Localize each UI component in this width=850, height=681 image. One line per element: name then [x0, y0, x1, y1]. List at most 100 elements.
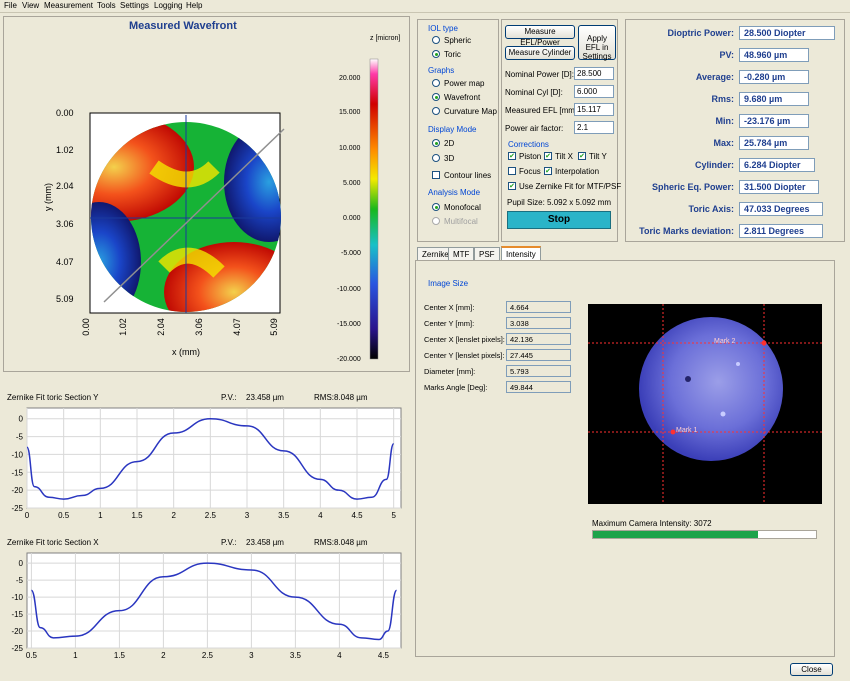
zernike-fit-checkbox[interactable]: ✔	[508, 182, 516, 190]
power-air-input[interactable]: 2.1	[574, 121, 614, 134]
colorbar-tick: 5.000	[343, 180, 361, 187]
spheric-radio[interactable]	[432, 36, 440, 44]
info-label: Center X [lenslet pixels]:	[424, 335, 505, 344]
stat-value: 28.500 Diopter	[739, 26, 835, 40]
colorbar-tick: 15.000	[339, 109, 361, 116]
x-tick: 5.09	[268, 318, 279, 336]
measured-efl-input[interactable]: 15.117	[574, 103, 614, 116]
section-y-chart-panel: Zernike Fit toric Section Y P.V.: 23.458…	[3, 390, 410, 530]
wavefront-radio[interactable]	[432, 93, 440, 101]
interpolation-checkbox[interactable]: ✔	[544, 167, 552, 175]
x-tick: 3.06	[193, 318, 204, 336]
y-tick-label: 0	[19, 559, 24, 568]
x-tick-label: 0	[25, 511, 30, 520]
multifocal-label: Multifocal	[444, 217, 478, 226]
mode-2d-label: 2D	[444, 139, 455, 148]
mode-2d-radio[interactable]	[432, 139, 440, 147]
monofocal-radio[interactable]	[432, 203, 440, 211]
apply-efl-button[interactable]: Apply EFL in Settings	[578, 25, 616, 61]
toric-radio[interactable]	[432, 50, 440, 58]
section-y-chart: 0-5-10-15-20-250 0.5 1 1.5 2 2.5 3 3.5 4 4.5 5	[11, 407, 402, 520]
stat-value: 25.784 µm	[739, 136, 809, 150]
close-button[interactable]: Close	[790, 663, 833, 676]
menu-file[interactable]: File	[4, 1, 17, 10]
x-tick-label: 0.5	[26, 651, 38, 660]
tab-psf[interactable]: PSF	[474, 247, 500, 260]
intensity-image	[588, 304, 822, 504]
iol-settings-panel: IOL type Spheric Toric Graphs Power map …	[417, 19, 499, 242]
tab-mtf[interactable]: MTF	[448, 247, 475, 260]
stat-label: Cylinder:	[694, 160, 734, 170]
y-tick: 1.02	[56, 145, 74, 155]
menu-bar: File View Measurement Tools Settings Log…	[0, 0, 850, 13]
tilt-x-checkbox[interactable]: ✔	[544, 152, 552, 160]
menu-view[interactable]: View	[22, 1, 39, 10]
section-y-title: Zernike Fit toric Section Y	[7, 393, 99, 402]
image-size-group: Image Size	[428, 279, 469, 288]
multifocal-radio[interactable]	[432, 217, 440, 225]
mode-3d-label: 3D	[444, 154, 455, 163]
stat-value: 47.033 Degrees	[739, 202, 823, 216]
stop-button[interactable]: Stop	[507, 211, 611, 229]
menu-help[interactable]: Help	[186, 1, 202, 10]
y-tick-label: -15	[11, 610, 23, 619]
menu-logging[interactable]: Logging	[154, 1, 182, 10]
piston-checkbox[interactable]: ✔	[508, 152, 516, 160]
colorbar-tick: -20.000	[337, 356, 361, 363]
y-tick-label: -25	[11, 644, 23, 653]
section-y-rms-value: 8.048 µm	[334, 393, 368, 402]
section-y-rms-label: RMS:	[314, 393, 334, 402]
section-y-pv-label: P.V.:	[221, 393, 237, 402]
analysis-mode-group: Analysis Mode	[428, 188, 481, 197]
section-x-title: Zernike Fit toric Section X	[7, 538, 99, 547]
section-x-chart-panel: Zernike Fit toric Section X P.V.: 23.458…	[3, 535, 410, 670]
pupil-size-label: Pupil Size: 5.092 x 5.092 mm	[507, 198, 612, 207]
x-tick-label: 2.5	[202, 651, 214, 660]
corrections-group: Corrections	[508, 140, 549, 149]
stat-value: -23.176 µm	[739, 114, 809, 128]
nominal-power-label: Nominal Power [D]:	[505, 70, 574, 79]
focus-checkbox[interactable]	[508, 167, 516, 175]
zernike-fit-label: Use Zernike Fit for MTF/PSF	[519, 182, 622, 191]
x-tick-label: 2	[171, 511, 176, 520]
y-tick: 5.09	[56, 294, 74, 304]
contour-lines-checkbox[interactable]	[432, 171, 440, 179]
stat-label: Toric Marks deviation:	[639, 226, 734, 236]
y-tick-label: -5	[16, 433, 24, 442]
tilt-y-label: Tilt Y	[589, 152, 607, 161]
x-tick-label: 4	[318, 511, 323, 520]
nominal-cyl-label: Nominal Cyl [D]:	[505, 88, 563, 97]
tilt-y-checkbox[interactable]: ✔	[578, 152, 586, 160]
info-label: Marks Angle [Deg]:	[424, 383, 488, 392]
measure-efl-button[interactable]: Measure EFL/Power	[505, 25, 575, 47]
menu-settings[interactable]: Settings	[120, 1, 149, 10]
colorbar-tick: 20.000	[339, 75, 361, 82]
display-mode-group: Display Mode	[428, 125, 477, 134]
mode-3d-radio[interactable]	[432, 154, 440, 162]
curvature-map-label: Curvature Map	[444, 107, 497, 116]
menu-tools[interactable]: Tools	[97, 1, 116, 10]
power-map-radio[interactable]	[432, 79, 440, 87]
stat-label: Toric Axis:	[688, 204, 734, 214]
stat-value: -0.280 µm	[739, 70, 809, 84]
stat-label: PV:	[719, 50, 734, 60]
menu-measurement[interactable]: Measurement	[44, 1, 93, 10]
info-label: Center Y [lenslet pixels]:	[424, 351, 505, 360]
pupil-spot	[639, 317, 783, 461]
y-tick: 2.04	[56, 181, 74, 191]
curvature-map-radio[interactable]	[432, 107, 440, 115]
nominal-cyl-input[interactable]: 6.000	[574, 85, 614, 98]
x-tick-label: 2	[161, 651, 166, 660]
tab-intensity[interactable]: Intensity	[501, 246, 541, 260]
wavefront-label: Wavefront	[444, 93, 481, 102]
x-tick-label: 3	[245, 511, 250, 520]
nominal-power-input[interactable]: 28.500	[574, 67, 614, 80]
colorbar-tick: -5.000	[341, 250, 361, 257]
piston-label: Piston	[519, 152, 542, 161]
stat-label: Dioptric Power:	[667, 28, 734, 38]
tilt-x-label: Tilt X	[555, 152, 573, 161]
y-tick-label: -20	[11, 486, 23, 495]
wavefront-panel: Measured Wavefront z [micron] y (mm) x (…	[3, 16, 410, 372]
x-tick-label: 1	[98, 511, 103, 520]
measure-cylinder-button[interactable]: Measure Cylinder	[505, 46, 575, 60]
